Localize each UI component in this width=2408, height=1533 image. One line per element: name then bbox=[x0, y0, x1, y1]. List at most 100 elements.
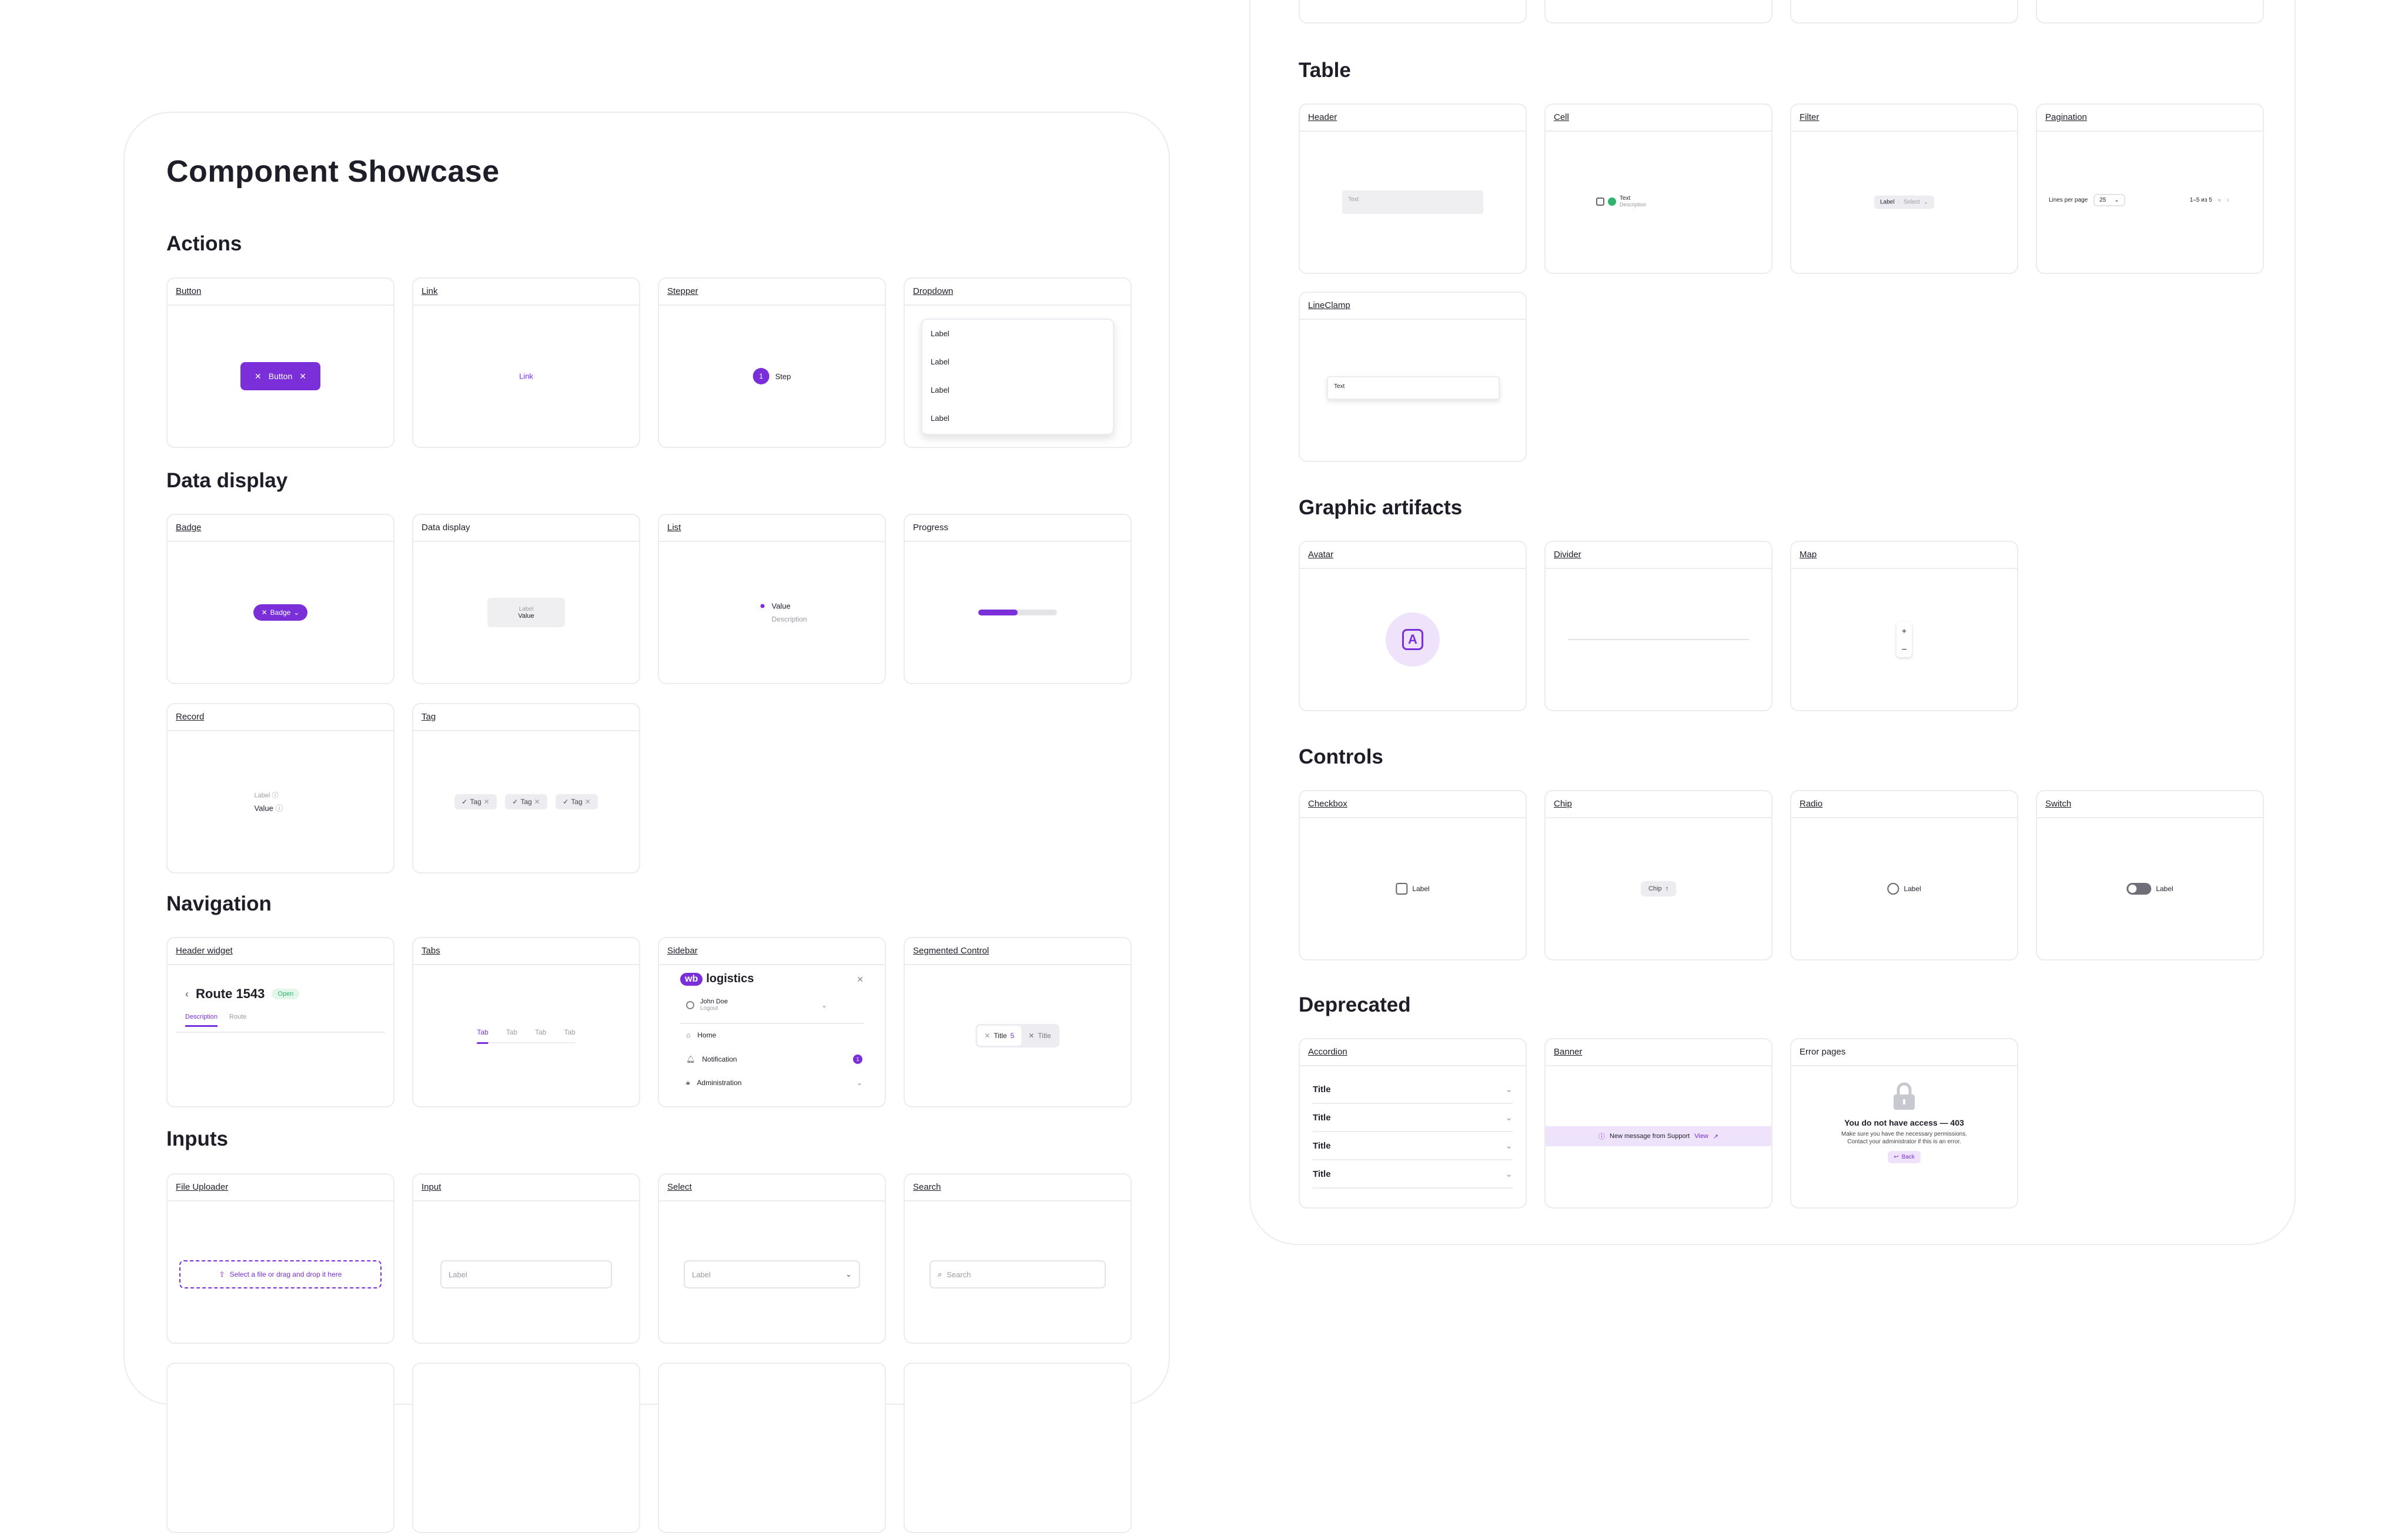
search-input[interactable]: ⌕ Search bbox=[929, 1260, 1106, 1288]
card-label: Radio bbox=[1800, 799, 1823, 809]
tab-description[interactable]: Description bbox=[185, 1013, 218, 1027]
lines-label: Lines per page bbox=[2049, 197, 2088, 203]
filter-label: Label bbox=[1880, 199, 1895, 206]
chip[interactable]: Chip ↑ bbox=[1641, 881, 1676, 896]
close-icon[interactable]: ✕ bbox=[534, 798, 540, 806]
chevron-left-icon[interactable]: « bbox=[2218, 197, 2222, 203]
dropdown-item[interactable]: Label bbox=[922, 348, 1113, 376]
sidebar-item-notification[interactable]: 🔔︎ Notification 1 bbox=[686, 1055, 862, 1064]
accordion-item[interactable]: Title ⌄ bbox=[1313, 1132, 1513, 1160]
link[interactable]: Link bbox=[519, 372, 533, 381]
tag[interactable]: ✓ Tag ✕ bbox=[505, 794, 547, 809]
chevron-down-icon: ⌄ bbox=[856, 1078, 862, 1087]
card-checkbox: Checkbox Label bbox=[1299, 790, 1527, 960]
accordion-item[interactable]: Title ⌄ bbox=[1313, 1160, 1513, 1189]
page-range: 1–5 из 5 bbox=[2189, 197, 2212, 203]
checkbox-control[interactable]: Label bbox=[1396, 883, 1430, 895]
accordion-title: Title bbox=[1313, 1140, 1331, 1151]
switch-control[interactable]: Label bbox=[2126, 883, 2173, 895]
checkbox[interactable] bbox=[1596, 197, 1604, 206]
divider bbox=[680, 1023, 864, 1024]
card-label: Input bbox=[422, 1182, 442, 1192]
segment-option[interactable]: ✕ Title bbox=[1021, 1026, 1058, 1046]
checkbox-label: Label bbox=[1412, 885, 1430, 893]
primary-button[interactable]: ✕ Button ✕ bbox=[240, 362, 320, 390]
select[interactable]: Label ⌄ bbox=[684, 1260, 860, 1288]
cell-text: Text bbox=[1620, 195, 1631, 202]
filter-value: Select bbox=[1903, 199, 1920, 206]
stepper[interactable]: 1 Step bbox=[752, 368, 791, 384]
list-item: Value Description bbox=[760, 602, 807, 624]
zoom-in-button[interactable]: + bbox=[1902, 626, 1907, 635]
radio-button[interactable] bbox=[1887, 883, 1899, 895]
zoom-out-button[interactable]: – bbox=[1902, 644, 1907, 653]
sidebar-item-administration[interactable]: 🔒︎ Administration ⌄ bbox=[686, 1078, 862, 1087]
banner-link[interactable]: View bbox=[1694, 1133, 1708, 1140]
card-label: Cell bbox=[1554, 112, 1569, 122]
sidebar-item-home[interactable]: ⌂ Home bbox=[686, 1031, 716, 1039]
card-map: Map + – bbox=[1790, 541, 2018, 711]
card-link: Link Link bbox=[412, 277, 640, 448]
banner: ⓘ New message from Support View ↗ bbox=[1546, 1126, 1771, 1146]
tab-item[interactable]: Tab bbox=[535, 1028, 546, 1036]
section-deprecated: Deprecated bbox=[1299, 993, 1411, 1016]
file-uploader[interactable]: ⇪ Select a file or drag and drop it here bbox=[179, 1260, 382, 1288]
switch-toggle[interactable] bbox=[2126, 883, 2152, 895]
close-icon[interactable]: ✕ bbox=[857, 975, 864, 985]
accordion-title: Title bbox=[1313, 1084, 1331, 1094]
card-label: Header widget bbox=[176, 946, 233, 956]
tab-route[interactable]: Route bbox=[229, 1013, 246, 1027]
card-label: Banner bbox=[1554, 1047, 1583, 1057]
card-label: Stepper bbox=[667, 286, 698, 296]
card-file-uploader: File Uploader ⇪ Select a file or drag an… bbox=[166, 1173, 394, 1344]
card-label: Error pages bbox=[1800, 1047, 1846, 1057]
tab-item[interactable]: Tab bbox=[477, 1028, 489, 1044]
tag[interactable]: ✓ Tag ✕ bbox=[556, 794, 598, 809]
card-label: Tag bbox=[422, 712, 436, 722]
chevron-left-icon[interactable]: ‹ bbox=[185, 988, 189, 1000]
radio-control[interactable]: Label bbox=[1887, 883, 1921, 895]
card-sidebar: Sidebar wb logistics ✕ John Doe Logout ⌄ … bbox=[658, 937, 886, 1107]
stub-card bbox=[412, 1363, 640, 1533]
sidebar-user[interactable]: John Doe Logout ⌄ bbox=[686, 998, 827, 1012]
chevron-down-icon: ⌄ bbox=[1505, 1085, 1513, 1094]
progress-bar bbox=[978, 610, 1057, 615]
card-label: Map bbox=[1800, 550, 1817, 560]
error-line: Make sure you have the necessary permiss… bbox=[1841, 1131, 1967, 1137]
dropdown-item[interactable]: Label bbox=[922, 320, 1113, 348]
tab-bar: Tab Tab Tab Tab bbox=[477, 1028, 576, 1044]
sidebar-item-label: Notification bbox=[702, 1055, 737, 1063]
tab-item[interactable]: Tab bbox=[564, 1028, 575, 1036]
chevron-left-icon[interactable]: ‹ bbox=[2227, 197, 2229, 203]
stub-card bbox=[1790, 0, 2018, 24]
status-dot-icon bbox=[1608, 197, 1616, 206]
sidebar-item-label: Administration bbox=[697, 1078, 742, 1087]
tag[interactable]: ✓ Tag ✕ bbox=[454, 794, 497, 809]
back-button[interactable]: ↩ Back bbox=[1888, 1151, 1921, 1163]
checkbox[interactable] bbox=[1396, 883, 1408, 895]
header-widget: ‹ Route 1543 Open bbox=[185, 986, 300, 1002]
section-data-display: Data display bbox=[166, 469, 288, 492]
back-label: Back bbox=[1901, 1154, 1915, 1160]
card-table-pagination: Pagination Lines per page 25 ⌄ 1–5 из 5 «… bbox=[2036, 103, 2264, 274]
section-inputs: Inputs bbox=[166, 1127, 228, 1150]
table-filter[interactable]: Label · Select ⌄ bbox=[1874, 195, 1934, 209]
card-search: Search ⌕ Search bbox=[904, 1173, 1132, 1344]
accordion-item[interactable]: Title ⌄ bbox=[1313, 1076, 1513, 1104]
close-icon[interactable]: ✕ bbox=[585, 798, 591, 806]
segment-option[interactable]: ✕ Title 5 bbox=[977, 1026, 1022, 1046]
accordion-item[interactable]: Title ⌄ bbox=[1313, 1104, 1513, 1132]
dropdown-item[interactable]: Label bbox=[922, 404, 1113, 433]
lines-select[interactable]: 25 ⌄ bbox=[2093, 194, 2125, 206]
close-icon[interactable]: ✕ bbox=[484, 798, 490, 806]
text-input[interactable]: Label bbox=[440, 1260, 612, 1288]
button-label: Button bbox=[268, 371, 293, 381]
section-actions: Actions bbox=[166, 232, 242, 255]
close-icon: ✕ bbox=[984, 1032, 991, 1040]
user-icon bbox=[686, 1000, 694, 1009]
header-title: Route 1543 bbox=[196, 986, 265, 1001]
chip-label: Chip bbox=[1648, 885, 1662, 892]
chevron-down-icon: ⌄ bbox=[1505, 1113, 1513, 1123]
tab-item[interactable]: Tab bbox=[506, 1028, 517, 1036]
dropdown-item[interactable]: Label bbox=[922, 376, 1113, 404]
